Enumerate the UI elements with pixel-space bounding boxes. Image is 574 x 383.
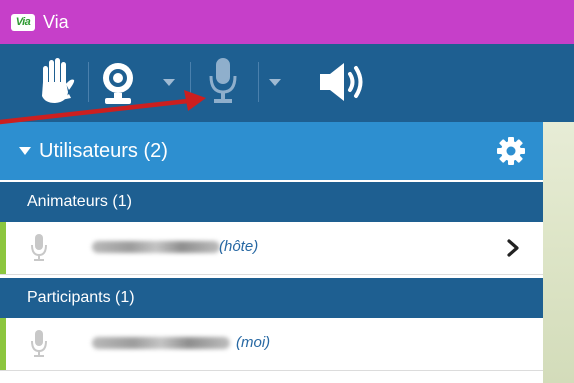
- toolbar-divider: [88, 62, 89, 102]
- chevron-right-icon[interactable]: [506, 238, 520, 258]
- title-bar: Via Via: [0, 0, 574, 44]
- section-header-animateurs[interactable]: Animateurs (1): [0, 182, 543, 222]
- microphone-icon: [31, 234, 47, 261]
- user-row-host[interactable]: (hôte): [0, 222, 543, 275]
- content-area-edge: [543, 122, 574, 383]
- user-role-label: (moi): [236, 334, 271, 351]
- gear-icon[interactable]: [496, 136, 526, 166]
- microphone-options-caret-icon[interactable]: [268, 77, 282, 87]
- webcam-icon[interactable]: [98, 61, 138, 107]
- hand-raise-icon[interactable]: [35, 56, 77, 106]
- webcam-options-caret-icon[interactable]: [162, 77, 176, 87]
- toolbar-divider: [258, 62, 259, 102]
- users-panel-header[interactable]: Utilisateurs (2): [0, 122, 543, 180]
- users-panel-title: Utilisateurs (2): [39, 139, 168, 162]
- section-label: Animateurs (1): [27, 193, 132, 210]
- blurred-username: [92, 337, 230, 349]
- via-logo: Via: [11, 13, 35, 31]
- window-title: Via: [43, 11, 69, 32]
- microphone-icon: [31, 330, 47, 357]
- microphone-icon[interactable]: [206, 56, 240, 106]
- user-row-self[interactable]: (moi): [0, 318, 543, 371]
- section-header-participants[interactable]: Participants (1): [0, 278, 543, 318]
- toolbar-divider: [190, 62, 191, 102]
- speaker-icon[interactable]: [316, 59, 372, 105]
- presence-indicator: [0, 222, 6, 274]
- user-role-label: (hôte): [219, 238, 259, 255]
- presence-indicator: [0, 318, 6, 370]
- toolbar: [0, 44, 574, 122]
- collapse-triangle-icon[interactable]: [18, 146, 32, 156]
- blurred-username: [92, 241, 220, 253]
- section-label: Participants (1): [27, 289, 135, 306]
